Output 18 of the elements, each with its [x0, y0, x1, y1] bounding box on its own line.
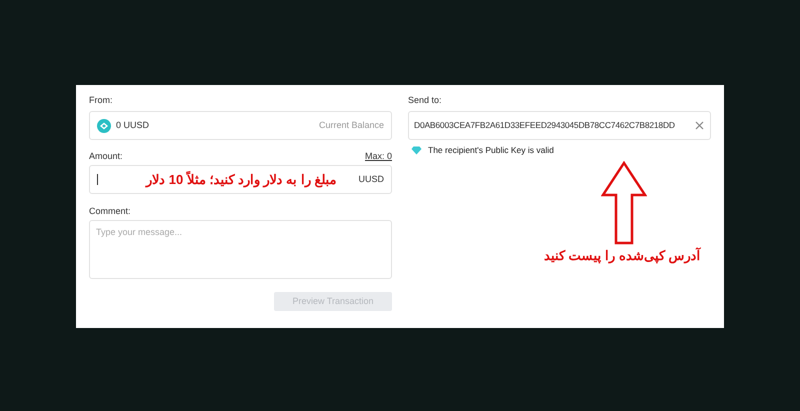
clear-icon[interactable]: [695, 121, 704, 130]
validation-message: The recipient's Public Key is valid: [428, 144, 554, 157]
annotation-text: آدرس کپی‌شده را پیست کنید: [544, 246, 700, 266]
text-cursor: [97, 174, 98, 185]
token-icon: [97, 118, 111, 132]
amount-label: Amount:: [89, 150, 123, 162]
currency-unit: UUSD: [358, 172, 384, 186]
from-label: From:: [89, 94, 112, 107]
annotation-text: مبلغ را به دلار وارد کنید؛ مثلاً 10 دلار: [146, 170, 336, 190]
address-value: D0AB6003CEA7FB2A61D33EFEED2943045DB78CC7462C7B8218DD: [414, 119, 675, 132]
from-field[interactable]: 0 UUSD Current Balance: [89, 111, 392, 140]
address-field[interactable]: D0AB6003CEA7FB2A61D33EFEED2943045DB78CC7462C7B8218DD: [408, 111, 711, 140]
comment-field[interactable]: Type your message...: [89, 220, 392, 279]
balance-amount: 0 UUSD: [116, 118, 150, 132]
balance-hint: Current Balance: [318, 118, 384, 132]
send-to-label: Send to:: [408, 94, 442, 107]
comment-label: Comment:: [89, 205, 131, 218]
max-link[interactable]: Max: 0: [364, 150, 392, 163]
